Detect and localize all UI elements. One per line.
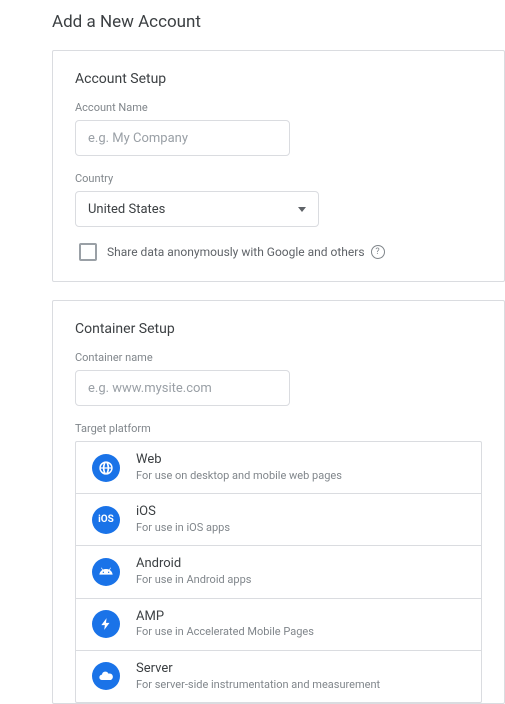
country-value: United States	[88, 202, 165, 217]
platform-name: Web	[136, 452, 342, 469]
account-name-input[interactable]	[75, 120, 290, 156]
platform-name: Server	[136, 661, 380, 678]
account-name-label: Account Name	[75, 101, 482, 114]
container-name-label: Container name	[75, 351, 482, 364]
platform-desc: For server-side instrumentation and meas…	[136, 678, 380, 692]
cloud-icon	[92, 662, 120, 690]
platform-name: AMP	[136, 609, 314, 626]
account-setup-card: Account Setup Account Name Country Unite…	[52, 50, 505, 282]
platform-item-android[interactable]: Android For use in Android apps	[76, 546, 481, 598]
platform-item-ios[interactable]: iOS iOS For use in iOS apps	[76, 494, 481, 546]
bolt-icon	[92, 610, 120, 638]
container-setup-title: Container Setup	[75, 321, 482, 337]
platform-name: Android	[136, 556, 251, 573]
ios-icon: iOS	[92, 506, 120, 534]
container-setup-card: Container Setup Container name Target pl…	[52, 300, 505, 704]
platform-desc: For use in Android apps	[136, 573, 251, 587]
share-data-label-text: Share data anonymously with Google and o…	[107, 245, 365, 259]
platform-desc: For use in Accelerated Mobile Pages	[136, 625, 314, 639]
platform-list: Web For use on desktop and mobile web pa…	[75, 441, 482, 703]
country-label: Country	[75, 172, 482, 185]
globe-icon	[92, 454, 120, 482]
share-data-row: Share data anonymously with Google and o…	[79, 243, 482, 261]
help-icon[interactable]: ?	[371, 245, 385, 259]
account-name-field: Account Name	[75, 101, 482, 156]
share-data-label: Share data anonymously with Google and o…	[107, 245, 385, 259]
country-field: Country United States	[75, 172, 482, 227]
country-select[interactable]: United States	[75, 191, 319, 227]
platform-item-amp[interactable]: AMP For use in Accelerated Mobile Pages	[76, 599, 481, 651]
platform-name: iOS	[136, 504, 230, 521]
share-data-checkbox[interactable]	[79, 243, 97, 261]
container-name-field: Container name	[75, 351, 482, 406]
account-setup-title: Account Setup	[75, 71, 482, 87]
chevron-down-icon	[298, 207, 306, 212]
platform-item-web[interactable]: Web For use on desktop and mobile web pa…	[76, 442, 481, 494]
platform-item-server[interactable]: Server For server-side instrumentation a…	[76, 651, 481, 702]
page-title: Add a New Account	[0, 0, 505, 50]
platform-desc: For use on desktop and mobile web pages	[136, 469, 342, 483]
android-icon	[92, 558, 120, 586]
container-name-input[interactable]	[75, 370, 290, 406]
platform-desc: For use in iOS apps	[136, 521, 230, 535]
target-platform-label: Target platform	[75, 422, 482, 435]
